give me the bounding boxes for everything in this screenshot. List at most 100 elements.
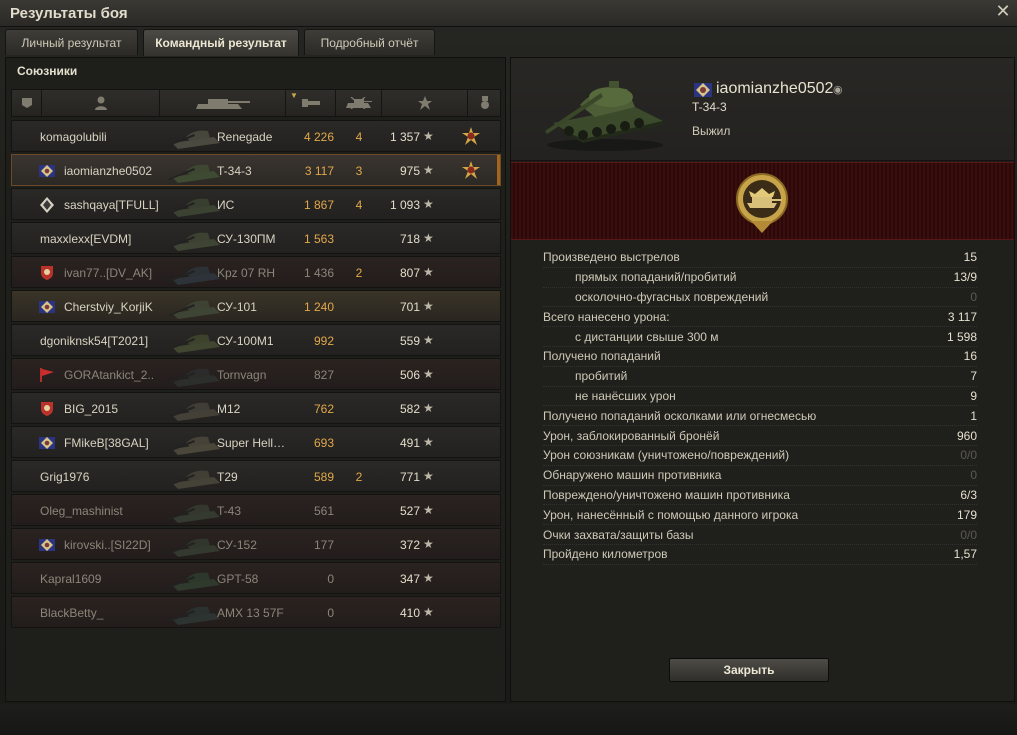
star-icon: ★	[423, 299, 434, 313]
tab-detailed-report[interactable]: Подробный отчёт	[304, 29, 435, 55]
mastery-badge-icon	[736, 173, 788, 233]
xp-value: 410	[399, 606, 420, 620]
xp-value: 372	[399, 538, 420, 552]
ally-row[interactable]: BlackBetty_ AMX 13 57F 0 410 ★	[11, 596, 501, 628]
medal-icon	[462, 161, 480, 179]
tank-thumbnail-icon	[168, 606, 220, 625]
ally-row[interactable]: komagolubili Renegade 4 226 4 1 357 ★	[11, 120, 501, 152]
shield-badge-icon	[39, 265, 55, 281]
damage-value: 3 117	[304, 164, 334, 178]
shield-badge-icon	[39, 401, 55, 417]
kills-value: 2	[355, 470, 363, 484]
ally-row[interactable]: Cherstviy_KorjiK СУ-101 1 240 701 ★	[11, 290, 501, 322]
medal-column-icon[interactable]	[468, 90, 502, 116]
tank-thumbnail-icon	[168, 198, 220, 217]
tank-thumbnail-icon	[168, 334, 220, 353]
ally-row[interactable]: FMikeB[38GAL] Super Hell… 693 491 ★	[11, 426, 501, 458]
vehicle-name: M12	[217, 402, 241, 416]
ally-row[interactable]: ivan77..[DV_AK] Kpz 07 RH 1 436 2 807 ★	[11, 256, 501, 288]
stat-row: не нанёсших урон 9	[543, 387, 977, 407]
ally-row[interactable]: iaomianzhe0502 T-34-3 3 117 3 975 ★	[11, 154, 501, 186]
stat-label: Всего нанесено урона:	[543, 309, 670, 324]
xp-value: 1 093	[389, 198, 420, 212]
stat-label: Урон, нанесённый с помощью данного игрок…	[543, 507, 799, 522]
star-icon: ★	[423, 163, 434, 177]
stat-row: Повреждено/уничтожено машин противника 6/…	[543, 486, 977, 506]
stat-label: Урон, заблокированный бронёй	[543, 428, 720, 443]
vehicle-name: T-34-3	[217, 164, 252, 178]
stats-list: Произведено выстрелов 15 прямых попаданий/…	[543, 248, 977, 565]
tank-thumbnail-icon	[168, 470, 220, 489]
star-icon: ★	[423, 367, 434, 381]
xp-value: 582	[399, 402, 420, 416]
star-icon: ★	[423, 129, 434, 143]
vehicle-name: СУ-100М1	[217, 334, 274, 348]
clan-badge-icon	[694, 83, 712, 97]
stat-value: 13/9	[953, 270, 977, 285]
stat-value: 16	[963, 349, 977, 364]
ally-row[interactable]: BIG_2015 M12 762 582 ★	[11, 392, 501, 424]
stat-row: Урон, заблокированный бронёй 960	[543, 426, 977, 446]
damage-value: 177	[313, 538, 334, 552]
squad-column-icon[interactable]	[12, 90, 42, 116]
player-tank: T-34-3	[692, 100, 727, 114]
damage-value: 0	[327, 572, 334, 586]
stat-row: с дистанции свыше 300 м 1 598	[543, 327, 977, 347]
ally-row[interactable]: GORAtankict_2.. Tornvagn 827 506 ★	[11, 358, 501, 390]
xp-value: 771	[399, 470, 420, 484]
damage-value: 589	[313, 470, 334, 484]
stat-value: 7	[970, 369, 977, 384]
player-name: maxxlexx[EVDM]	[40, 232, 132, 246]
diamond-badge-icon	[39, 197, 55, 213]
ally-row[interactable]: Kapral1609 GPT-58 0 347 ★	[11, 562, 501, 594]
vehicle-name: Super Hell…	[217, 436, 286, 450]
player-column-icon[interactable]	[42, 90, 160, 116]
allies-title: Союзники	[17, 64, 78, 78]
stat-label: с дистанции свыше 300 м	[575, 329, 719, 344]
close-button[interactable]: Закрыть	[669, 658, 829, 682]
player-name: Kapral1609	[40, 572, 102, 586]
xp-value: 506	[399, 368, 420, 382]
ally-row[interactable]: sashqaya[TFULL] ИС 1 867 4 1 093 ★	[11, 188, 501, 220]
vehicle-column-icon[interactable]	[160, 90, 286, 116]
stat-value: 6/3	[960, 487, 977, 502]
ally-row[interactable]: Oleg_mashinist T-43 561 527 ★	[11, 494, 501, 526]
stat-value: 0/0	[960, 448, 977, 463]
tab-personal-result[interactable]: Личный результат	[5, 29, 138, 55]
player-name: GORAtankict_2..	[64, 368, 155, 382]
player-name: iaomianzhe0502	[64, 164, 153, 178]
tank-image	[545, 81, 663, 151]
vehicle-name: СУ-130ПМ	[217, 232, 276, 246]
ally-row[interactable]: kirovski..[SI22D] СУ-152 177 372 ★	[11, 528, 501, 560]
player-name: Oleg_mashinist	[40, 504, 123, 518]
medal-icon	[462, 127, 480, 145]
stat-value: 0	[970, 289, 977, 304]
vehicle-name: AMX 13 57F	[217, 606, 284, 620]
hidden-eye-icon[interactable]: ◉	[833, 83, 843, 96]
damage-value: 992	[313, 334, 334, 348]
player-name: sashqaya[TFULL]	[64, 198, 159, 212]
ally-row[interactable]: Grig1976 T29 589 2 771 ★	[11, 460, 501, 492]
kills-value: 4	[355, 198, 363, 212]
player-header: iaomianzhe0502 ◉ T-34-3 Выжил	[511, 58, 1014, 161]
star-icon: ★	[423, 503, 434, 517]
xp-value: 807	[399, 266, 420, 280]
close-icon[interactable]: ✕	[993, 1, 1013, 21]
stat-label: прямых попаданий/пробитий	[575, 270, 737, 285]
player-name: Grig1976	[40, 470, 90, 484]
stat-label: осколочно-фугасных повреждений	[575, 289, 769, 304]
damage-value: 762	[313, 402, 334, 416]
star-icon: ★	[423, 265, 434, 279]
stat-label: не нанёсших урон	[575, 388, 676, 403]
ally-row[interactable]: dgoniknsk54[T2021] СУ-100М1 992 559 ★	[11, 324, 501, 356]
stat-label: Очки захвата/защиты базы	[543, 527, 694, 542]
xp-column-icon[interactable]	[382, 90, 468, 116]
damage-column-icon[interactable]: ▼	[286, 90, 336, 116]
kills-column-icon[interactable]	[336, 90, 382, 116]
tab-team-result[interactable]: Командный результат	[143, 29, 299, 56]
stat-row: Пройдено километров 1,57	[543, 545, 977, 565]
stat-value: 1	[970, 408, 977, 423]
ally-row[interactable]: maxxlexx[EVDM] СУ-130ПМ 1 563 718 ★	[11, 222, 501, 254]
damage-value: 1 240	[303, 300, 334, 314]
xp-value: 718	[399, 232, 420, 246]
